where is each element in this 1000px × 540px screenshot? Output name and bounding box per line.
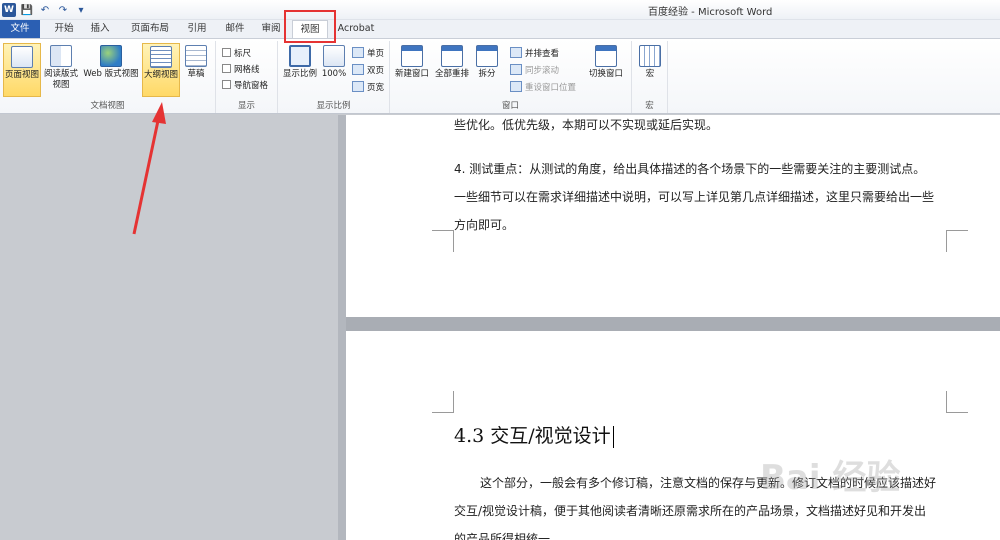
annotation-arrow [132, 102, 166, 235]
arrow-shaft [132, 115, 161, 235]
arrow-head-icon [152, 102, 166, 124]
